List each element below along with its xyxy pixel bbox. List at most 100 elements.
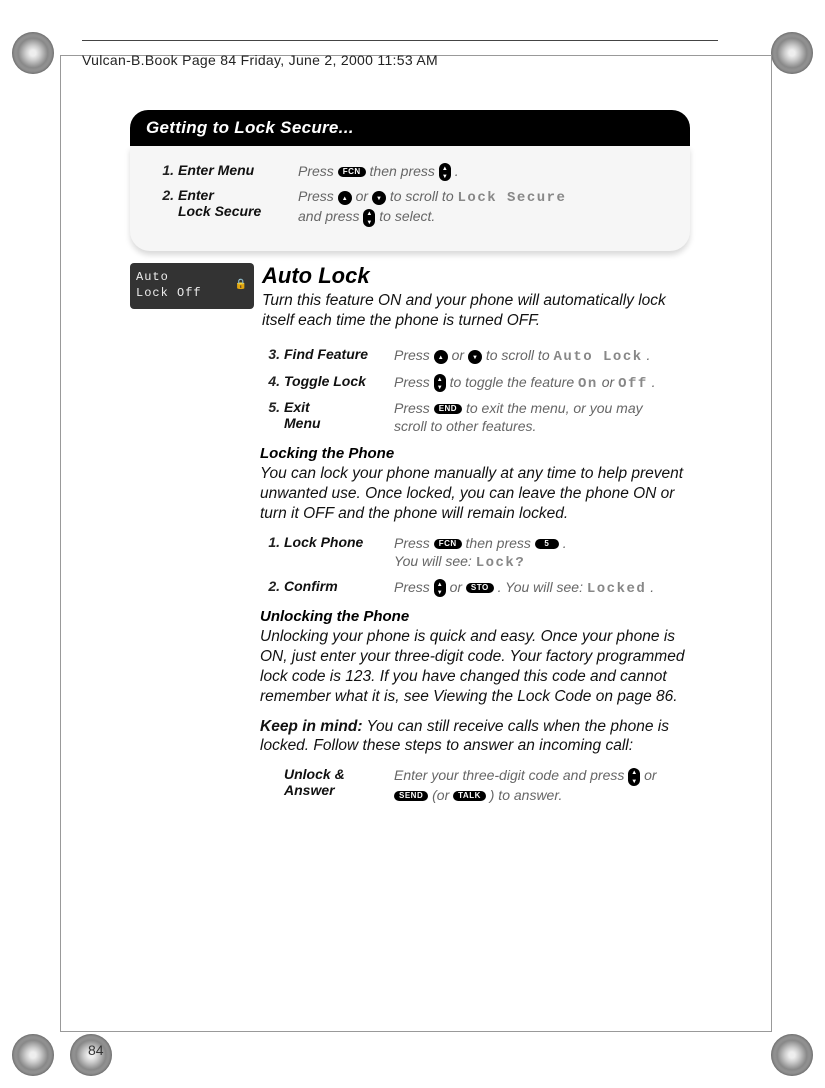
corner-ornament-icon <box>12 1034 54 1076</box>
text: . <box>563 535 567 551</box>
text: and press <box>298 208 363 224</box>
print-header: Vulcan-B.Book Page 84 Friday, June 2, 20… <box>82 52 718 68</box>
step-number: 1. <box>252 534 280 550</box>
text: scroll to other features. <box>394 418 536 434</box>
corner-ornament-icon <box>12 32 54 74</box>
text: . <box>647 347 651 363</box>
text: to scroll to <box>390 188 458 204</box>
step-label: Exit Menu <box>280 399 394 431</box>
header-rule <box>82 40 718 41</box>
text: . <box>652 374 656 390</box>
getting-to-box: 1. Enter Menu Press FCN then press . 2. … <box>130 146 690 251</box>
five-button-icon: 5 <box>535 539 559 549</box>
paragraph: Keep in mind: You can still receive call… <box>260 717 690 757</box>
section-title: Auto Lock <box>262 263 690 289</box>
step-label: Unlock & Answer <box>280 766 394 798</box>
fcn-button-icon: FCN <box>434 539 462 549</box>
lcd-line: Lock Off <box>136 286 202 302</box>
step-label: Confirm <box>280 578 394 594</box>
display-text: Auto Lock <box>554 349 643 365</box>
step-row: Unlock & Answer Enter your three-digit c… <box>252 766 690 803</box>
text: . <box>650 579 654 595</box>
text: to scroll to <box>486 347 554 363</box>
corner-ornament-icon <box>771 32 813 74</box>
step-label: Find Feature <box>280 346 394 362</box>
text: Answer <box>284 782 394 798</box>
step-row: 4. Toggle Lock Press to toggle the featu… <box>252 373 690 393</box>
step-number: 2. <box>146 187 174 203</box>
getting-to-title: Getting to Lock Secure... <box>130 110 690 146</box>
scroll-button-icon <box>628 768 640 786</box>
end-button-icon: END <box>434 404 462 414</box>
text: You will see: <box>394 553 476 569</box>
step-number: 3. <box>252 346 280 362</box>
text: Press <box>298 163 338 179</box>
step-desc: Press END to exit the menu, or you may s… <box>394 399 690 435</box>
text: or <box>452 347 468 363</box>
step-desc: Enter your three-digit code and press or… <box>394 766 690 803</box>
fcn-button-icon: FCN <box>338 167 366 177</box>
step-row: 1. Enter Menu Press FCN then press . <box>146 162 674 181</box>
lcd-display-icon: Auto Lock Off 🔒 <box>130 263 254 309</box>
step-desc: Press to toggle the feature On or Off . <box>394 373 690 393</box>
text: Enter your three-digit code and press <box>394 767 628 783</box>
text: (or <box>432 787 453 803</box>
step-desc: Press FCN then press 5 . You will see: L… <box>394 534 690 572</box>
text: or <box>450 579 466 595</box>
step-number: 5. <box>252 399 280 415</box>
step-label: Toggle Lock <box>280 373 394 389</box>
display-text: Lock? <box>476 555 526 571</box>
subheading: Unlocking the Phone <box>260 608 690 625</box>
step-row: 2. Confirm Press or STO . You will see: … <box>252 578 690 598</box>
step-number: 1. <box>146 162 174 178</box>
text: . You will see: <box>498 579 587 595</box>
text: then press <box>466 535 535 551</box>
text: Lock Secure <box>178 203 298 219</box>
text: Menu <box>284 415 394 431</box>
text: . <box>455 163 459 179</box>
up-arrow-icon <box>338 191 352 205</box>
text: then press <box>370 163 439 179</box>
display-text: Off <box>618 376 648 392</box>
page-content: Getting to Lock Secure... 1. Enter Menu … <box>130 110 690 810</box>
scroll-button-icon <box>363 209 375 227</box>
text: or <box>356 188 372 204</box>
text: ) to answer. <box>490 787 563 803</box>
step-number: 2. <box>252 578 280 594</box>
step-label: Enter Lock Secure <box>174 187 298 219</box>
page-number: 84 <box>88 1042 104 1058</box>
corner-ornament-icon <box>771 1034 813 1076</box>
step-desc: Press or to scroll to Lock Secure and pr… <box>298 187 674 226</box>
text: Press <box>394 374 434 390</box>
text: or <box>644 767 656 783</box>
step-row: 5. Exit Menu Press END to exit the menu,… <box>252 399 690 435</box>
text: Exit <box>284 399 394 415</box>
text: Press <box>394 347 434 363</box>
text: to toggle the feature <box>450 374 578 390</box>
text: Unlock & <box>284 766 394 782</box>
scroll-button-icon <box>439 163 451 181</box>
text: to exit the menu, or you may <box>466 400 643 416</box>
step-desc: Press or STO . You will see: Locked . <box>394 578 690 598</box>
scroll-button-icon <box>434 374 446 392</box>
paragraph: You can lock your phone manually at any … <box>260 464 690 523</box>
autolock-steps: 3. Find Feature Press or to scroll to Au… <box>260 346 690 803</box>
step-label: Lock Phone <box>280 534 394 550</box>
step-row: 2. Enter Lock Secure Press or to scroll … <box>146 187 674 226</box>
display-text: On <box>578 376 598 392</box>
step-label: Enter Menu <box>174 162 298 178</box>
sto-button-icon: STO <box>466 583 494 593</box>
paragraph: Unlocking your phone is quick and easy. … <box>260 627 690 706</box>
step-desc: Press or to scroll to Auto Lock . <box>394 346 690 366</box>
intro-paragraph: Turn this feature ON and your phone will… <box>262 291 690 331</box>
down-arrow-icon <box>372 191 386 205</box>
talk-button-icon: TALK <box>453 791 486 801</box>
text: Press <box>298 188 338 204</box>
send-button-icon: SEND <box>394 791 428 801</box>
text: Press <box>394 579 434 595</box>
step-desc: Press FCN then press . <box>298 162 674 181</box>
step-row: 1. Lock Phone Press FCN then press 5 . Y… <box>252 534 690 572</box>
up-arrow-icon <box>434 350 448 364</box>
scroll-button-icon <box>434 579 446 597</box>
step-row: 3. Find Feature Press or to scroll to Au… <box>252 346 690 366</box>
